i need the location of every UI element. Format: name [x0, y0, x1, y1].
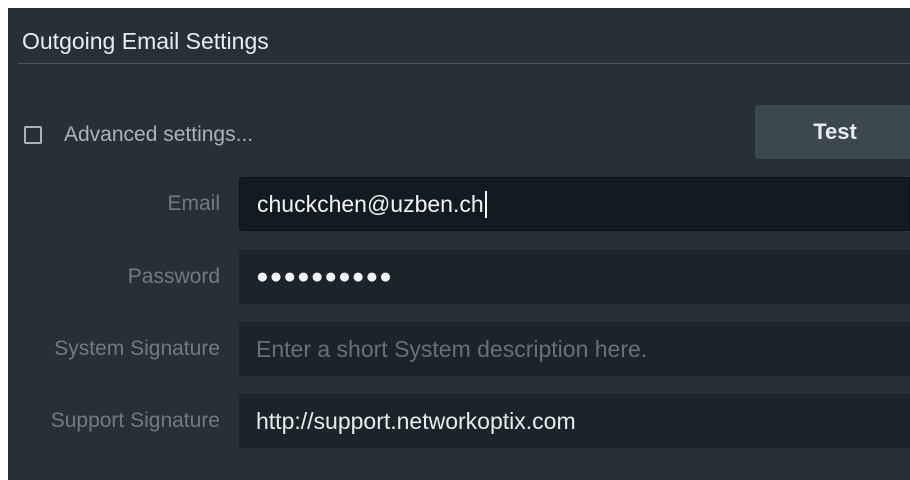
support-signature-field[interactable]: http://support.networkoptix.com	[239, 394, 910, 448]
system-signature-placeholder: Enter a short System description here.	[256, 335, 648, 362]
outgoing-email-settings-panel: Outgoing Email Settings Advanced setting…	[8, 8, 910, 480]
support-signature-label: Support Signature	[50, 409, 220, 432]
system-signature-label: System Signature	[54, 337, 220, 360]
support-signature-value: http://support.networkoptix.com	[256, 407, 576, 434]
text-caret	[484, 190, 487, 218]
email-field-value: chuckchen@uzben.ch	[257, 190, 484, 217]
email-field[interactable]: chuckchen@uzben.ch	[239, 177, 910, 231]
email-label: Email	[167, 192, 220, 215]
test-button[interactable]: Test	[755, 105, 910, 159]
advanced-settings-label: Advanced settings...	[64, 123, 254, 146]
password-field[interactable]: ●●●●●●●●●●	[239, 250, 910, 304]
password-label: Password	[127, 265, 220, 288]
section-title: Outgoing Email Settings	[22, 28, 269, 54]
title-divider	[18, 63, 910, 64]
advanced-settings-toggle[interactable]: Advanced settings...	[24, 121, 253, 149]
password-field-value: ●●●●●●●●●●	[256, 265, 393, 288]
system-signature-field[interactable]: Enter a short System description here.	[239, 322, 910, 376]
advanced-settings-checkbox[interactable]	[24, 126, 42, 144]
